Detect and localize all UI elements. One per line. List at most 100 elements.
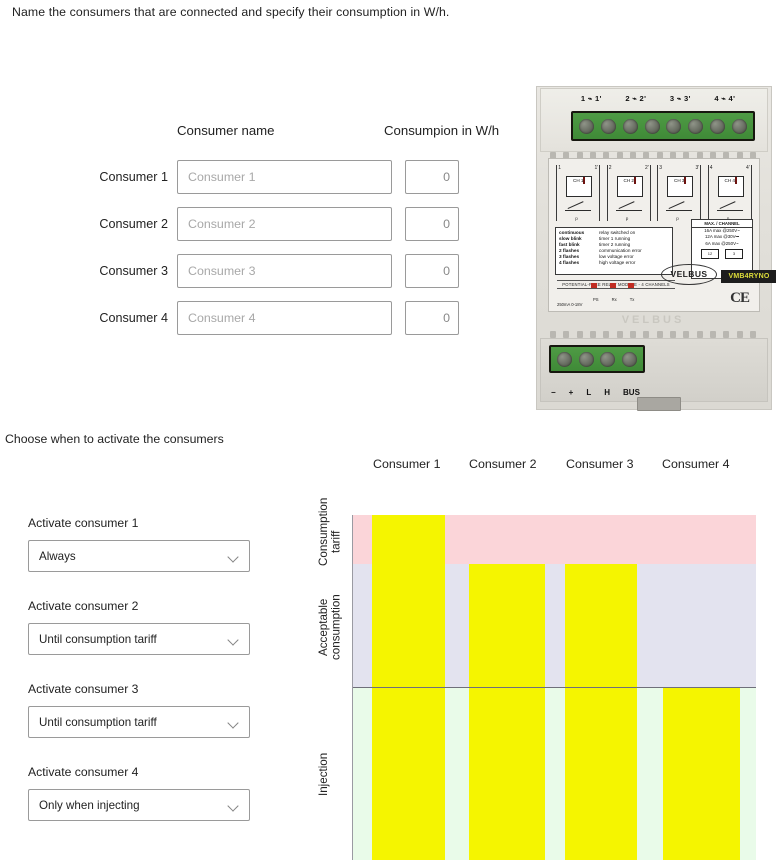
spec-title: MAX. / CHANNEL [692, 220, 752, 228]
spec-symbols: 12 3 [692, 249, 752, 260]
activation-control-2: Activate consumer 2 Until consumption ta… [28, 599, 250, 682]
row-label-consumer-4: Consumer 4 [99, 311, 168, 325]
channel-diagram-2: 2 2' CH 2 p [606, 165, 651, 221]
y-axis-label-acceptable-consumption: Acceptable consumption [317, 594, 343, 660]
ce-mark-icon: CE [730, 290, 750, 306]
relay-led-icon [633, 177, 636, 184]
chevron-down-icon [228, 800, 239, 811]
activation-select-value-4: Only when injecting [39, 798, 140, 812]
screw-icon [579, 118, 595, 134]
chart-band-divider-2 [352, 686, 756, 688]
chart-bar-4[interactable] [663, 686, 740, 860]
activation-controls: Activate consumer 1 Always Activate cons… [28, 516, 250, 848]
activation-control-3: Activate consumer 3 Until consumption ta… [28, 682, 250, 765]
consumer-name-input-4[interactable] [177, 301, 392, 335]
activation-label-2: Activate consumer 2 [28, 599, 139, 613]
spec-symbol-lamp-1: 12 [701, 249, 719, 260]
column-header-consumer-name: Consumer name [177, 123, 275, 138]
channel-terminal-left: 3 [659, 165, 663, 171]
channel-diagram-1: 1 1' CH 1 p [556, 165, 601, 221]
channel-box-label: CH 2 [623, 178, 634, 183]
legend-text: high voltage error [599, 260, 636, 266]
column-header-consumption: Consumpion in W/h [384, 123, 500, 138]
relay-switch-icon [565, 198, 592, 211]
channel-terminal-left: 4 [709, 165, 713, 171]
device-bottom-cap: − + L H BUS [540, 338, 768, 411]
chart-y-axis [352, 515, 354, 860]
channel-box: CH 3 [667, 176, 694, 197]
relay-led-icon [684, 177, 687, 184]
led-label-tx: Tx [629, 297, 635, 302]
consumption-input-1[interactable] [405, 160, 459, 194]
bus-label-h: H [604, 388, 611, 397]
chart-bar-2[interactable] [469, 563, 546, 860]
velbus-logo: VELBUS [661, 264, 717, 285]
top-terminal-labels: 1 ⌁ 1' 2 ⌁ 2' 3 ⌁ 3' 4 ⌁ 4' [569, 94, 747, 103]
page-instruction: Name the consumers that are connected an… [12, 5, 450, 19]
activation-label-4: Activate consumer 4 [28, 765, 139, 779]
chart-column-header-consumer-2: Consumer 2 [469, 457, 537, 471]
channel-terminal-right: 1' [594, 165, 599, 171]
led-icon [591, 283, 597, 288]
device-brand-embossed: VELBUS [621, 314, 685, 326]
row-label-consumer-3: Consumer 3 [99, 264, 168, 278]
consumer-name-input-1[interactable] [177, 160, 392, 194]
channel-foot-label: p [676, 216, 679, 221]
activation-label-1: Activate consumer 1 [28, 516, 139, 530]
bus-label-plus: + [568, 388, 574, 397]
chart-column-header-consumer-3: Consumer 3 [566, 457, 634, 471]
consumer-name-input-3[interactable] [177, 254, 392, 288]
activation-select-4[interactable]: Only when injecting [28, 789, 250, 821]
channel-terminal-right: 4' [746, 165, 750, 171]
activation-select-value-1: Always [39, 549, 76, 563]
bus-terminal-labels: − + L H BUS [551, 388, 661, 397]
relay-switch-icon [716, 198, 743, 211]
screw-icon [709, 118, 725, 134]
chevron-down-icon [228, 717, 239, 728]
screw-icon [644, 118, 660, 134]
channel-diagram-4: 4 4' CH 4 p [707, 165, 752, 221]
channel-diagram-3: 3 3' CH 3 p [657, 165, 702, 221]
relay-led-icon [583, 177, 586, 184]
voltage-note: 250mA 0-18V [557, 302, 583, 307]
velbus-relay-module-image: 1 ⌁ 1' 2 ⌁ 2' 3 ⌁ 3' 4 ⌁ 4' 1 1' CH 1 p … [536, 86, 776, 411]
screw-icon [622, 118, 638, 134]
vent-slots-bottom [550, 331, 756, 338]
led-icon [609, 283, 616, 288]
consumption-input-2[interactable] [405, 207, 459, 241]
legend-key: 4 flashes [559, 260, 580, 266]
consumption-input-4[interactable] [405, 301, 459, 335]
bus-label-l: L [586, 388, 592, 397]
top-terminal-block [571, 111, 755, 141]
channel-box-label: CH 4 [724, 178, 735, 183]
activation-select-3[interactable]: Until consumption tariff [28, 706, 250, 738]
led-icon [627, 283, 634, 288]
activation-section-title: Choose when to activate the consumers [5, 432, 224, 446]
terminal-label-1: 1 ⌁ 1' [580, 94, 602, 103]
bus-label-minus: − [551, 388, 556, 397]
y-axis-label-injection: Injection [317, 752, 330, 796]
consumption-input-3[interactable] [405, 254, 459, 288]
chart-bar-3[interactable] [564, 563, 637, 860]
terminal-label-2: 2 ⌁ 2' [625, 94, 647, 103]
bus-terminal-block [549, 345, 645, 373]
activation-select-1[interactable]: Always [28, 540, 250, 572]
device-front-label: 1 1' CH 1 p 2 2' CH 2 p 3 3' CH 3 p 4 4'… [548, 158, 776, 312]
activation-label-3: Activate consumer 3 [28, 682, 139, 696]
terminal-label-4: 4 ⌁ 4' [714, 94, 736, 103]
channel-diagram-row: 1 1' CH 1 p 2 2' CH 2 p 3 3' CH 3 p 4 4'… [553, 165, 755, 223]
led-label-ps: PS [593, 297, 599, 302]
bus-label-bus: BUS [623, 388, 640, 397]
activation-select-2[interactable]: Until consumption tariff [28, 623, 250, 655]
relay-switch-icon [666, 198, 693, 211]
screw-icon [600, 351, 616, 367]
consumer-name-input-2[interactable] [177, 207, 392, 241]
channel-box: CH 1 [566, 176, 593, 197]
chevron-down-icon [228, 634, 239, 645]
terminal-label-3: 3 ⌁ 3' [669, 94, 691, 103]
screw-icon [578, 351, 594, 367]
device-top-cap: 1 ⌁ 1' 2 ⌁ 2' 3 ⌁ 3' 4 ⌁ 4' [540, 88, 768, 152]
screw-icon [557, 351, 573, 367]
spec-line-3: 6A max @250V~ [705, 240, 739, 246]
screw-icon [601, 118, 617, 134]
